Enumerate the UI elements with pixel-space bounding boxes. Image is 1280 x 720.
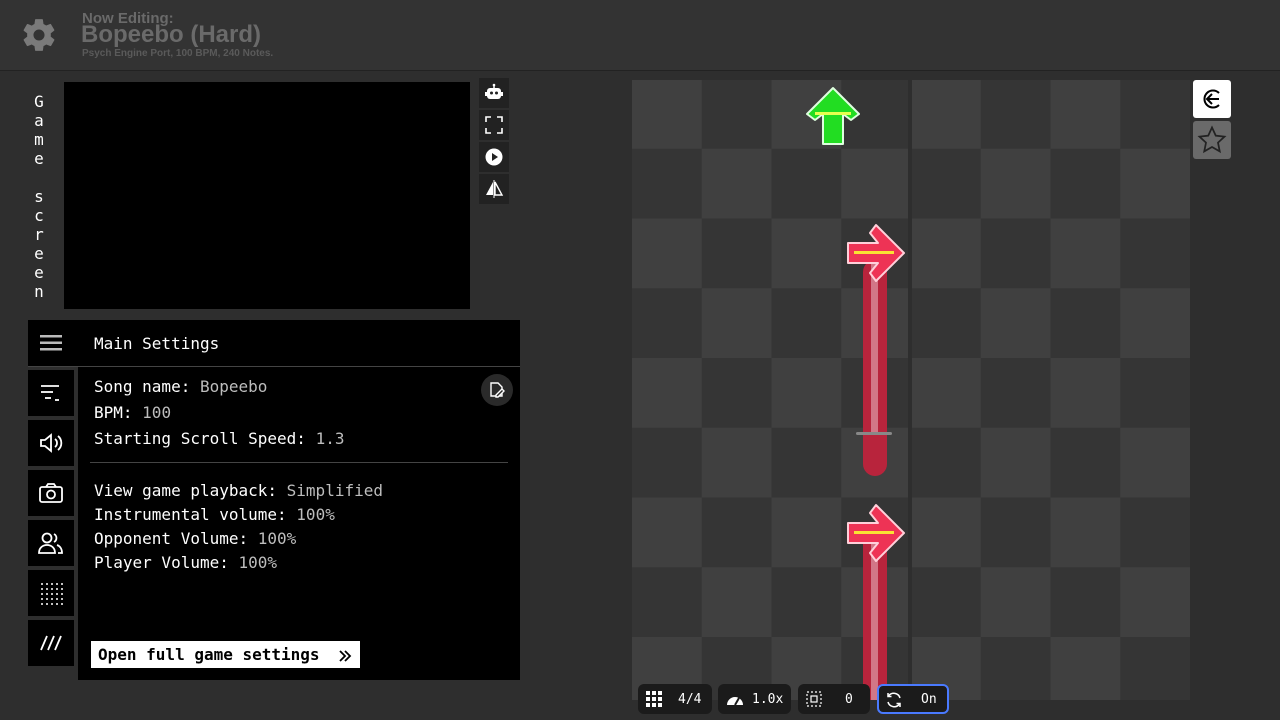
metronome-toggle[interactable]: On xyxy=(877,684,949,714)
divider xyxy=(90,462,508,463)
snap-value: 0 xyxy=(845,691,853,707)
double-chevron-right-icon xyxy=(338,641,352,668)
instrumental-volume-row[interactable]: Instrumental volume: 100% xyxy=(94,505,335,524)
game-screen[interactable] xyxy=(64,82,470,309)
flip-icon[interactable] xyxy=(479,174,509,204)
playback-speed-value: 1.0x xyxy=(752,691,784,707)
dot-grid-icon[interactable] xyxy=(28,570,74,616)
bot-icon[interactable] xyxy=(479,78,509,108)
right-arrow-note[interactable] xyxy=(847,504,905,562)
open-full-settings-button[interactable]: Open full game settings xyxy=(91,641,360,668)
fullscreen-icon[interactable] xyxy=(479,110,509,140)
up-arrow-note[interactable] xyxy=(806,87,860,145)
volume-icon[interactable] xyxy=(28,420,74,466)
refresh-icon xyxy=(885,691,903,713)
scroll-speed-row[interactable]: Starting Scroll Speed: 1.3 xyxy=(94,429,344,448)
camera-icon[interactable] xyxy=(28,470,74,516)
time-signature-value: 4/4 xyxy=(678,691,702,707)
top-bar: Now Editing: Bopeebo (Hard) Psych Engine… xyxy=(0,0,1280,71)
grid-icon xyxy=(646,691,662,711)
song-meta: Psych Engine Port, 100 BPM, 240 Notes. xyxy=(82,48,274,59)
playback-row[interactable]: View game playback: Simplified xyxy=(94,481,383,500)
right-arrow-note[interactable] xyxy=(847,224,905,282)
filter-icon[interactable] xyxy=(28,370,74,416)
snap-control[interactable]: 0 xyxy=(798,684,870,714)
gear-icon[interactable] xyxy=(20,16,58,54)
panel-header: Main Settings xyxy=(28,320,520,367)
panel-title: Main Settings xyxy=(94,334,220,353)
hold-note-trail[interactable] xyxy=(863,540,887,700)
song-name-row[interactable]: Song name: Bopeebo xyxy=(94,377,267,396)
game-screen-label: G a m e s c r e e n xyxy=(34,92,44,301)
bpm-row[interactable]: BPM: 100 xyxy=(94,403,171,422)
time-signature-control[interactable]: 4/4 xyxy=(638,684,712,714)
menu-icon[interactable] xyxy=(40,334,62,357)
speedometer-icon xyxy=(726,691,744,711)
hitsound-icon[interactable] xyxy=(1193,80,1231,118)
play-icon[interactable] xyxy=(479,142,509,172)
star-icon[interactable] xyxy=(1193,121,1231,159)
player-volume-row[interactable]: Player Volume: 100% xyxy=(94,553,277,572)
edit-file-button[interactable] xyxy=(481,374,513,406)
selection-icon xyxy=(806,691,822,711)
slashes-icon[interactable] xyxy=(28,620,74,666)
playback-speed-control[interactable]: 1.0x xyxy=(718,684,791,714)
opponent-volume-row[interactable]: Opponent Volume: 100% xyxy=(94,529,296,548)
notes-layer xyxy=(806,87,905,700)
characters-icon[interactable] xyxy=(28,520,74,566)
hold-note-trail[interactable] xyxy=(856,260,892,476)
settings-panel: Song name: Bopeebo BPM: 100 Starting Scr… xyxy=(78,367,520,680)
metronome-state: On xyxy=(921,691,937,707)
song-title: Bopeebo (Hard) xyxy=(81,21,261,48)
